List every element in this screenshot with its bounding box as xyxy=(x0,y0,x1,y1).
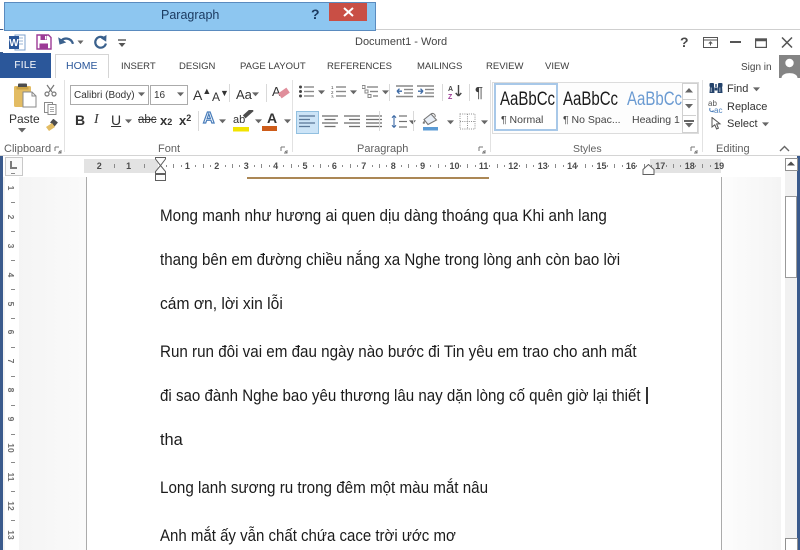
svg-text:W: W xyxy=(9,38,19,49)
svg-text:Z: Z xyxy=(448,94,453,99)
svg-text:3: 3 xyxy=(331,95,334,99)
svg-text:ac: ac xyxy=(714,106,722,114)
svg-text:A: A xyxy=(272,84,281,99)
svg-text:A: A xyxy=(448,86,453,93)
